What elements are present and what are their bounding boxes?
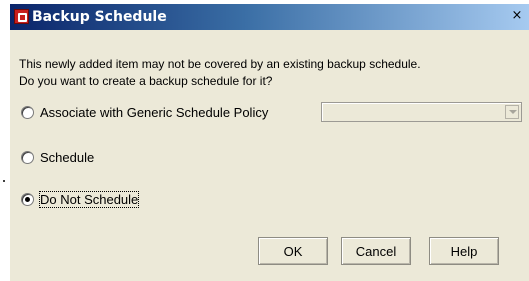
radio-associate-generic-policy[interactable]: [21, 105, 34, 119]
edge-artifact: [3, 180, 5, 182]
message-line-2: Do you want to create a backup schedule …: [19, 74, 273, 88]
chevron-down-icon[interactable]: [505, 105, 519, 119]
ok-button[interactable]: OK: [258, 237, 328, 265]
option-do-not-schedule[interactable]: Do Not Schedule: [21, 190, 140, 208]
option-schedule[interactable]: Schedule: [21, 148, 94, 166]
generic-policy-dropdown[interactable]: [321, 102, 522, 122]
help-button[interactable]: Help: [429, 237, 499, 265]
option-associate-generic-policy[interactable]: Associate with Generic Schedule Policy: [21, 103, 268, 121]
backup-schedule-dialog: Backup Schedule × This newly added item …: [10, 4, 529, 281]
cancel-button[interactable]: Cancel: [341, 237, 411, 265]
radio-do-not-schedule[interactable]: [21, 192, 34, 206]
message-line-1: This newly added item may not be covered…: [19, 57, 421, 71]
window-title: Backup Schedule: [32, 9, 167, 25]
close-button[interactable]: ×: [509, 9, 525, 23]
option-schedule-label[interactable]: Schedule: [40, 150, 94, 165]
title-bar[interactable]: Backup Schedule ×: [10, 4, 529, 30]
option-do-not-schedule-label[interactable]: Do Not Schedule: [38, 190, 140, 208]
message-text: This newly added item may not be covered…: [19, 56, 519, 90]
option-associate-label[interactable]: Associate with Generic Schedule Policy: [40, 105, 268, 120]
radio-schedule[interactable]: [21, 150, 34, 164]
app-icon: [14, 9, 29, 24]
